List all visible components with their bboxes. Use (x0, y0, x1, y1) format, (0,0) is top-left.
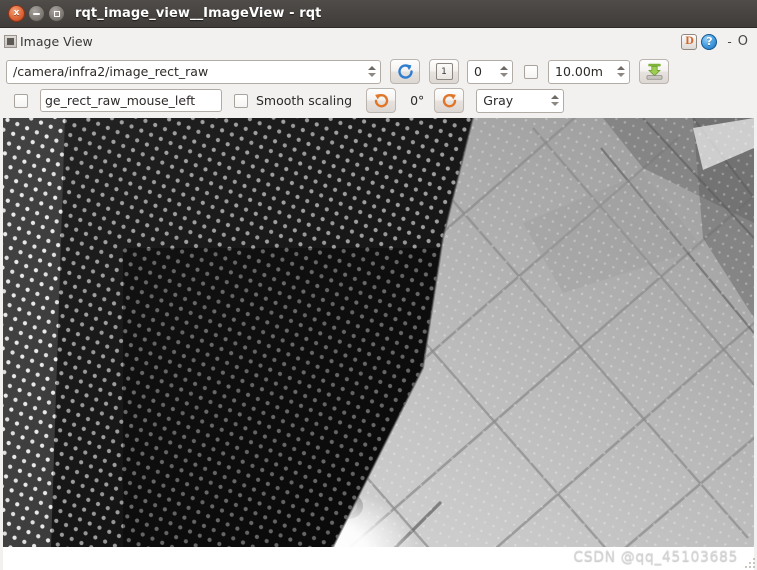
panel-title: Image View (20, 34, 93, 49)
window-minimize-button[interactable] (28, 5, 45, 22)
frame-number-icon: 1 (435, 63, 453, 80)
frame-index-value: 0 (474, 64, 482, 79)
image-view-panel-header: Image View D ? - O (0, 28, 757, 55)
mouse-topic-input[interactable]: ge_rect_raw_mouse_left (40, 89, 222, 112)
panel-close-button[interactable]: O (738, 35, 748, 48)
resize-grip[interactable] (741, 554, 755, 568)
panel-header-controls: D ? - O (681, 33, 750, 50)
image-view-icon (4, 35, 17, 48)
colormap-chevron-icon[interactable] (547, 90, 563, 112)
colormap-combo-box[interactable]: Gray (476, 88, 565, 113)
colormap-value: Gray (483, 93, 514, 108)
save-image-button[interactable] (639, 59, 669, 84)
undock-icon[interactable]: D (681, 33, 698, 50)
close-icon: x (13, 8, 20, 18)
window-maximize-button[interactable] (48, 5, 65, 22)
rotate-right-icon (442, 93, 456, 108)
toolbar-row-2: ge_rect_raw_mouse_left Smooth scaling 0° (6, 87, 751, 114)
image-render (3, 118, 754, 547)
mouse-topic-value: ge_rect_raw_mouse_left (45, 93, 196, 108)
watermark: CSDN @qq_45103685 (573, 549, 738, 565)
image-view-toolbar: /camera/infra2/image_rect_raw 1 0 10.00m… (0, 55, 757, 116)
smooth-scaling-checkbox[interactable] (234, 93, 248, 108)
frame-number-button[interactable]: 1 (429, 59, 459, 84)
rotate-left-button[interactable] (366, 88, 397, 113)
window-close-button[interactable]: x (8, 5, 25, 22)
chevron-updown-icon[interactable] (364, 61, 380, 83)
refresh-topics-button[interactable] (390, 59, 420, 84)
panel-minimize-button[interactable]: - (727, 36, 731, 48)
save-to-disk-icon (646, 63, 662, 80)
publish-mouse-clicks-checkbox[interactable] (14, 93, 28, 108)
topic-combo-value: /camera/infra2/image_rect_raw (13, 64, 209, 79)
frame-index-spinbox[interactable]: 0 (467, 59, 513, 84)
window-title: rqt_image_view__ImageView - rqt (75, 6, 322, 21)
max-range-value: 10.00m (555, 64, 603, 79)
refresh-icon (397, 64, 413, 79)
rotation-value: 0° (410, 93, 425, 108)
minimize-icon (29, 6, 44, 21)
smooth-scaling-label: Smooth scaling (256, 93, 353, 108)
rotate-left-icon (374, 93, 388, 108)
help-icon[interactable]: ? (701, 33, 718, 50)
max-range-checkbox[interactable] (524, 64, 538, 79)
rotate-right-button[interactable] (434, 88, 465, 113)
frame-index-stepper-icon[interactable] (496, 61, 512, 83)
image-display-area[interactable]: CSDN @qq_45103685 (3, 118, 754, 570)
topic-combo-box[interactable]: /camera/infra2/image_rect_raw (6, 59, 381, 84)
camera-image (3, 118, 754, 547)
max-range-spinbox[interactable]: 10.00m (548, 59, 630, 84)
rqt-main-window: x rqt_image_view__ImageView - rqt Image … (0, 0, 757, 570)
maximize-icon (49, 6, 64, 21)
max-range-stepper-icon[interactable] (613, 61, 629, 83)
toolbar-row-1: /camera/infra2/image_rect_raw 1 0 10.00m (6, 58, 751, 85)
window-title-bar: x rqt_image_view__ImageView - rqt (0, 0, 757, 28)
window-controls: x (8, 5, 65, 22)
